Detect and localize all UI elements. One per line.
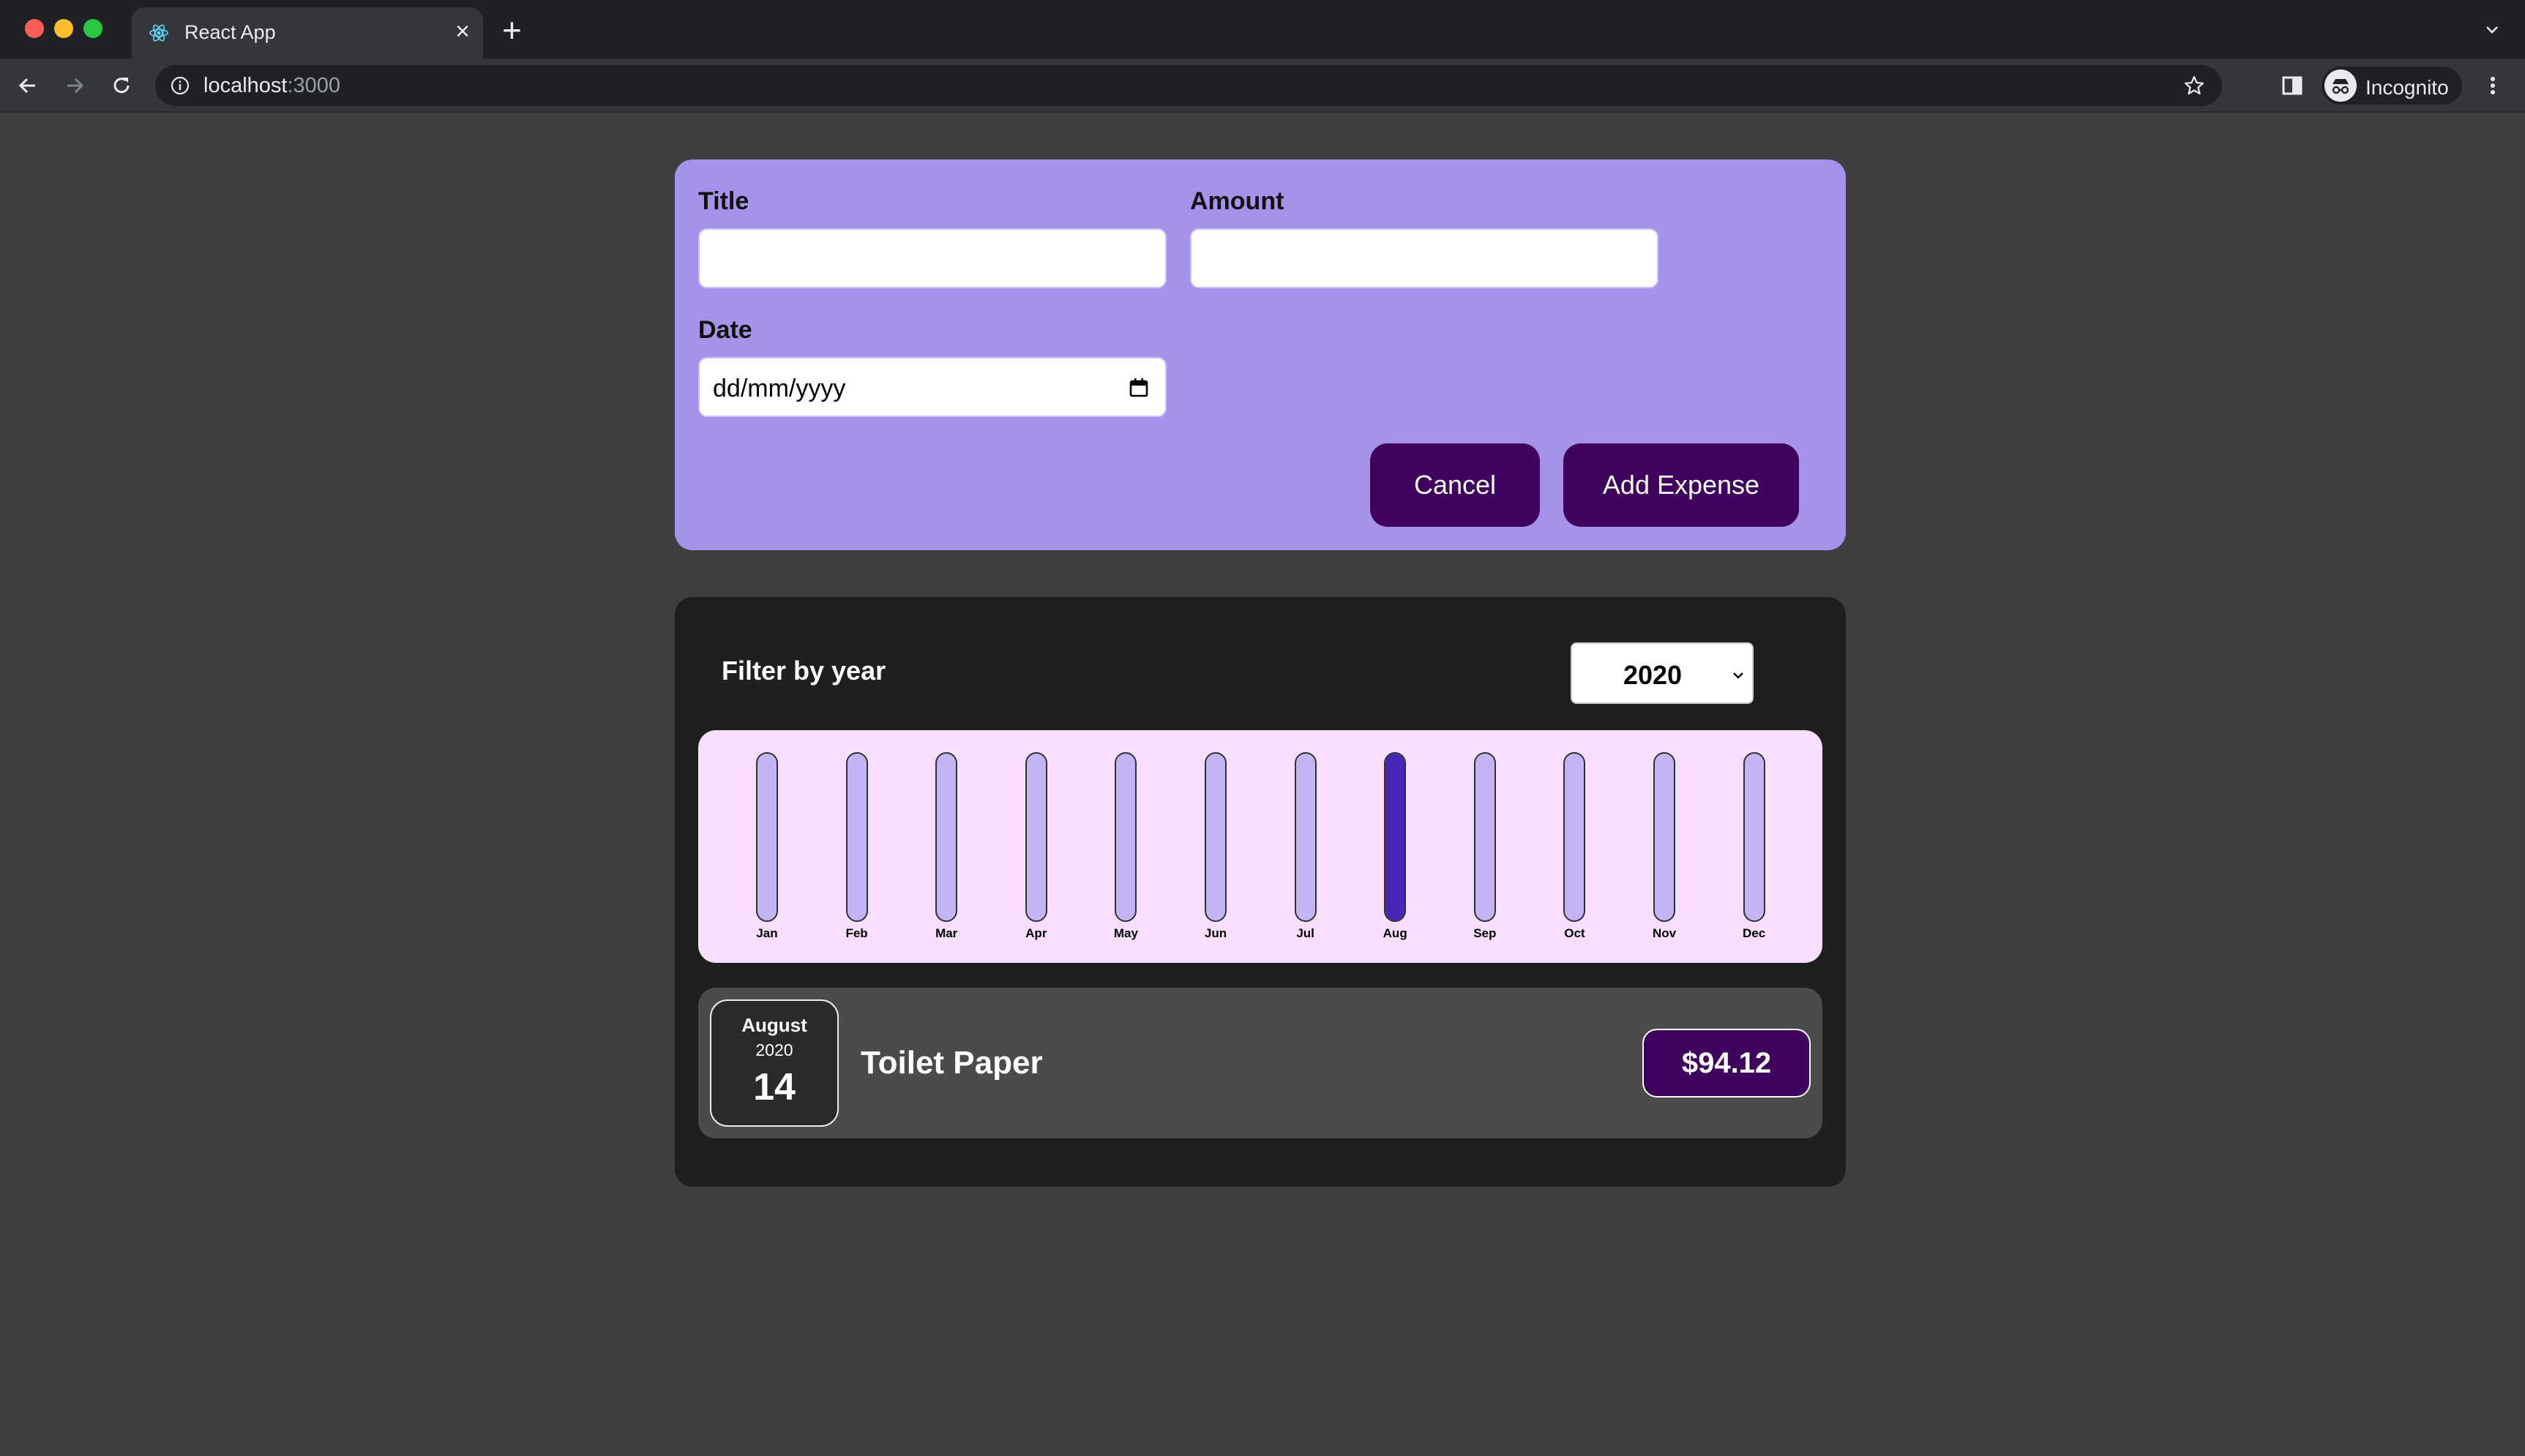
chart-bar-track-feb [845, 752, 868, 922]
browser-tab[interactable]: React App × [132, 7, 483, 59]
new-tab-icon[interactable]: + [502, 13, 522, 47]
window-close-button[interactable] [25, 19, 44, 38]
browser-tab-strip: React App × + [0, 0, 2525, 59]
title-label: Title [698, 187, 749, 215]
url-text: localhost:3000 [203, 74, 340, 98]
filter-label: Filter by year [722, 656, 886, 686]
expense-item: August 2020 14 Toilet Paper $94.12 [698, 988, 1822, 1138]
chart-bar-track-mar [935, 752, 958, 922]
expense-year: 2020 [755, 1040, 793, 1059]
chart-bar-label-may: May [1113, 926, 1138, 940]
amount-label: Amount [1190, 187, 1284, 215]
browser-toolbar: localhost:3000 Incognito [0, 59, 2525, 113]
chart-bar-label-jun: Jun [1204, 926, 1227, 940]
bookmark-star-icon[interactable] [2182, 74, 2206, 97]
chart-bar-track-may [1115, 752, 1137, 922]
chart-bar-label-jan: Jan [756, 926, 778, 940]
site-info-icon[interactable] [170, 75, 190, 96]
chart-bar-label-sep: Sep [1473, 926, 1497, 940]
expense-day: 14 [753, 1066, 796, 1108]
chart-bar-track-sep [1473, 752, 1496, 922]
incognito-label: Incognito [2365, 76, 2449, 99]
chart-bar-label-nov: Nov [1652, 926, 1677, 940]
back-arrow-icon[interactable] [13, 71, 42, 100]
date-label: Date [698, 316, 752, 344]
chart-bar-track-dec [1743, 752, 1765, 922]
chart-bar-label-mar: Mar [935, 926, 958, 940]
calendar-icon[interactable] [1127, 376, 1151, 399]
tab-title: React App [184, 21, 276, 43]
cancel-button[interactable]: Cancel [1370, 443, 1540, 527]
expense-date: August 2020 14 [710, 999, 839, 1127]
forward-arrow-icon[interactable] [60, 71, 89, 100]
chart-bar-track-nov [1653, 752, 1675, 922]
selected-year: 2020 [1623, 660, 1683, 690]
chart-bar-track-jul [1294, 752, 1317, 922]
year-filter-select[interactable]: 2020 [1571, 642, 1754, 704]
chart-bar-track-aug [1384, 752, 1407, 922]
chart-bar-track-apr [1025, 752, 1047, 922]
chevron-down-icon [1733, 672, 1743, 679]
window-zoom-button[interactable] [83, 19, 102, 38]
chart-bar-label-dec: Dec [1743, 926, 1766, 940]
tab-close-icon[interactable]: × [455, 19, 470, 44]
expense-title: Toilet Paper [861, 1045, 1043, 1081]
expenses-card: Filter by year 2020 Jan Feb Mar Apr May Jun Ju… [675, 597, 1846, 1187]
chart-bar-track-jun [1205, 752, 1227, 922]
tab-search-chevron-icon[interactable] [2481, 19, 2503, 41]
new-expense-form: Title Amount Date dd/mm/yyyy Cancel Add … [675, 160, 1846, 550]
date-placeholder: dd/mm/yyyy [713, 375, 846, 402]
expense-month: August [741, 1014, 807, 1036]
expenses-chart: Jan Feb Mar Apr May Jun Jul Aug Sep Oct Nov Dec [698, 730, 1822, 963]
chart-bar-label-feb: Feb [845, 926, 868, 940]
add-expense-button[interactable]: Add Expense [1563, 443, 1799, 527]
chart-bar-label-jul: Jul [1296, 926, 1314, 940]
chart-bar-label-oct: Oct [1564, 926, 1585, 940]
expense-amount: $94.12 [1642, 1029, 1811, 1097]
window-minimize-button[interactable] [54, 19, 73, 38]
date-input[interactable]: dd/mm/yyyy [698, 357, 1167, 417]
chart-bar-fill-aug [1385, 754, 1405, 920]
chart-bar-track-oct [1563, 752, 1586, 922]
side-panel-icon[interactable] [2278, 71, 2307, 100]
incognito-icon [2324, 70, 2357, 102]
chart-bar-track-jan [756, 752, 778, 922]
incognito-profile-button[interactable]: Incognito [2322, 67, 2462, 105]
url-host: localhost [203, 74, 288, 97]
title-input[interactable] [698, 228, 1167, 288]
url-port: :3000 [287, 74, 341, 97]
react-logo-icon [149, 24, 168, 42]
address-bar[interactable]: localhost:3000 [155, 65, 2222, 106]
chart-bar-label-apr: Apr [1025, 926, 1047, 940]
chart-bar-label-aug: Aug [1383, 926, 1407, 940]
reload-icon[interactable] [107, 71, 136, 100]
amount-input[interactable] [1190, 228, 1658, 288]
browser-menu-icon[interactable] [2484, 71, 2502, 100]
